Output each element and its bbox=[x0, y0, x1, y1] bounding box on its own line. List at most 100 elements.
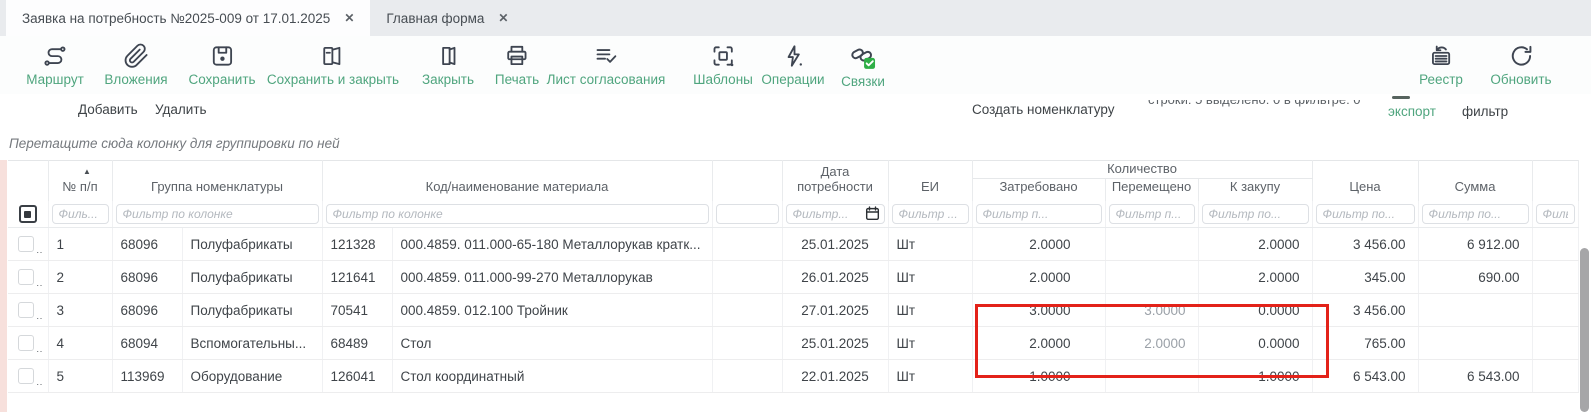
cell-group-name: Вспомогательны... bbox=[182, 326, 323, 360]
filter-extra-input[interactable] bbox=[715, 204, 779, 224]
tab-request-document[interactable]: Заявка на потребность №2025-009 от 17.01… bbox=[6, 0, 371, 36]
main-toolbar: Маршрут Вложения Сохранить Сохранить и з… bbox=[0, 36, 1591, 94]
cell-date: 25.01.2025 bbox=[782, 227, 889, 261]
select-all-checkbox[interactable] bbox=[18, 205, 37, 223]
header-extra[interactable] bbox=[712, 160, 783, 201]
create-nomenclature-button[interactable]: Создать номенклатуру bbox=[972, 102, 1114, 117]
drag-handle[interactable]: ‥ bbox=[36, 278, 44, 289]
cell-unit: Шт bbox=[888, 293, 973, 327]
cell-price: 3 456.00 bbox=[1312, 227, 1419, 261]
cell-total: 6 912.00 bbox=[1418, 227, 1533, 261]
filter-group-input[interactable] bbox=[115, 204, 319, 224]
tab-main-form[interactable]: Главная форма ✕ bbox=[370, 0, 524, 36]
cell-unit: Шт bbox=[888, 326, 973, 360]
cell-group-name: Оборудование bbox=[182, 359, 323, 393]
cell-price: 6 543.00 bbox=[1312, 359, 1419, 393]
templates-button[interactable]: Шаблоны bbox=[693, 43, 753, 87]
registry-icon bbox=[1428, 43, 1454, 69]
operations-label: Операции bbox=[761, 72, 825, 87]
header-date[interactable]: Дата потребности bbox=[782, 160, 889, 201]
filter-date-input[interactable] bbox=[785, 204, 885, 224]
vertical-scrollbar[interactable] bbox=[1580, 248, 1589, 412]
row-checkbox[interactable] bbox=[18, 368, 34, 384]
cell-total bbox=[1418, 293, 1533, 327]
links-button[interactable]: Связки bbox=[841, 43, 885, 89]
header-group-nomenclature[interactable]: Группа номенклатуры bbox=[112, 160, 323, 201]
filter-tail-input[interactable] bbox=[1535, 204, 1575, 224]
close-icon[interactable]: ✕ bbox=[498, 11, 508, 25]
cell-mat-name: 000.4859. 012.100 Тройник bbox=[392, 293, 713, 327]
filter-requested-input[interactable] bbox=[975, 204, 1102, 224]
tab-bar: Заявка на потребность №2025-009 от 17.01… bbox=[0, 0, 1591, 36]
print-button[interactable]: Печать bbox=[495, 43, 539, 87]
cell-moved bbox=[1105, 260, 1199, 294]
cell-moved: 2.0000 bbox=[1105, 326, 1199, 360]
table-row[interactable]: ‥ 3 68096 Полуфабрикаты 70541 000.4859. … bbox=[8, 293, 1579, 327]
row-checkbox[interactable] bbox=[18, 269, 34, 285]
row-checkbox[interactable] bbox=[18, 335, 34, 351]
save-icon bbox=[209, 43, 235, 69]
cell-requested: 2.0000 bbox=[972, 227, 1106, 261]
header-material[interactable]: Код/наименование материала bbox=[322, 160, 713, 201]
app-window: Заявка на потребность №2025-009 от 17.01… bbox=[0, 0, 1591, 412]
filter-moved-input[interactable] bbox=[1108, 204, 1195, 224]
close-button[interactable]: Закрыть bbox=[422, 43, 474, 87]
save-and-close-button[interactable]: Сохранить и закрыть bbox=[267, 43, 399, 87]
filter-unit-input[interactable] bbox=[891, 204, 969, 224]
route-button[interactable]: Маршрут bbox=[26, 43, 84, 87]
filter-total-input[interactable] bbox=[1421, 204, 1529, 224]
cell-mat-name: 000.4859. 011.000-99-270 Металлорукав bbox=[392, 260, 713, 294]
header-requested[interactable]: Затребовано bbox=[972, 178, 1106, 201]
table-row[interactable]: ‥ 1 68096 Полуфабрикаты 121328 000.4859.… bbox=[8, 227, 1579, 261]
filter-num-input[interactable] bbox=[51, 204, 109, 224]
cell-moved bbox=[1105, 227, 1199, 261]
paperclip-icon bbox=[123, 43, 149, 69]
filter-to-purchase-input[interactable] bbox=[1201, 204, 1309, 224]
delete-row-button[interactable]: Удалить bbox=[155, 102, 207, 117]
cell-to-purchase: 2.0000 bbox=[1198, 227, 1313, 261]
filter-row bbox=[8, 201, 1579, 228]
refresh-icon bbox=[1508, 43, 1534, 69]
table-row[interactable]: ‥ 2 68096 Полуфабрикаты 121641 000.4859.… bbox=[8, 260, 1579, 294]
table-row[interactable]: ‥ 5 113969 Оборудование 126041 Стол коор… bbox=[8, 359, 1579, 393]
drag-handle[interactable]: ‥ bbox=[36, 344, 44, 355]
cell-requested: 3.0000 bbox=[972, 293, 1106, 327]
drag-handle[interactable]: ‥ bbox=[36, 377, 44, 388]
filter-price-input[interactable] bbox=[1315, 204, 1415, 224]
drag-handle[interactable]: ‥ bbox=[36, 311, 44, 322]
header-price[interactable]: Цена bbox=[1312, 160, 1419, 201]
header-total[interactable]: Сумма bbox=[1418, 160, 1533, 201]
select-all-cell[interactable] bbox=[8, 201, 49, 228]
close-icon[interactable]: ✕ bbox=[344, 11, 354, 25]
save-button[interactable]: Сохранить bbox=[188, 43, 256, 87]
drag-handle[interactable]: ‥ bbox=[36, 245, 44, 256]
attachments-button[interactable]: Вложения bbox=[104, 43, 168, 87]
registry-button[interactable]: Реестр bbox=[1419, 43, 1463, 87]
route-label: Маршрут bbox=[26, 72, 84, 87]
door-icon bbox=[435, 43, 461, 69]
header-to-purchase[interactable]: К закупу bbox=[1198, 178, 1313, 201]
filter-toggle-button[interactable]: фильтр bbox=[1462, 104, 1508, 119]
row-counters-clipped: строки: 5 выделено: 0 в фильтре: 0 bbox=[1148, 100, 1393, 109]
row-checkbox[interactable] bbox=[18, 302, 34, 318]
cell-requested: 2.0000 bbox=[972, 326, 1106, 360]
tab-label: Главная форма bbox=[386, 10, 485, 26]
chain-link-icon bbox=[849, 43, 877, 71]
cell-group-code: 68096 bbox=[112, 227, 183, 261]
refresh-button[interactable]: Обновить bbox=[1490, 43, 1552, 87]
approval-sheet-button[interactable]: Лист согласования bbox=[547, 43, 665, 87]
registry-label: Реестр bbox=[1419, 72, 1463, 87]
operations-button[interactable]: Операции bbox=[761, 43, 825, 87]
header-num[interactable]: ▲ № п/п bbox=[48, 160, 113, 201]
row-checkbox[interactable] bbox=[18, 236, 34, 252]
filter-material-input[interactable] bbox=[325, 204, 709, 224]
export-button[interactable]: экспорт bbox=[1388, 104, 1436, 119]
table-row[interactable]: ‥ 4 68094 Вспомогательны... 68489 Стол 2… bbox=[8, 326, 1579, 360]
header-moved[interactable]: Перемещено bbox=[1105, 178, 1199, 201]
cell-unit: Шт bbox=[888, 260, 973, 294]
header-unit[interactable]: ЕИ bbox=[888, 160, 973, 201]
refresh-label: Обновить bbox=[1490, 72, 1552, 87]
add-row-button[interactable]: Добавить bbox=[78, 102, 138, 117]
save-close-icon bbox=[320, 43, 346, 69]
cell-to-purchase: 0.0000 bbox=[1198, 326, 1313, 360]
